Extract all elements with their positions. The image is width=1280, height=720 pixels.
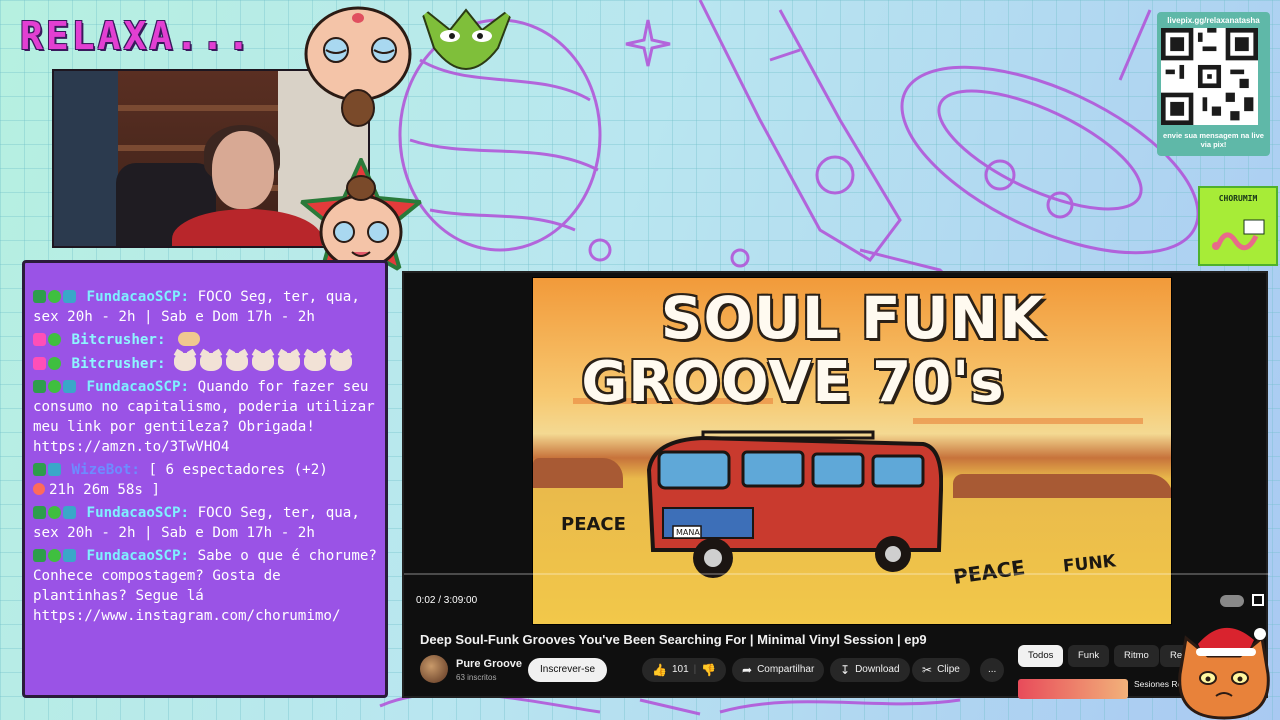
cat-emote-icon (174, 353, 197, 371)
chat-username[interactable]: FundacaoSCP: (87, 289, 190, 305)
chat-text: [ 6 espectadores (+2) (148, 462, 328, 478)
compost-worm-icon (1212, 219, 1265, 251)
chat-username[interactable]: FundacaoSCP: (87, 379, 190, 395)
chat-message: FundacaoSCP: Quando for fazer seu consum… (33, 377, 377, 457)
moderator-badge-icon (33, 290, 46, 303)
moderator-badge-icon (33, 380, 46, 393)
moderator-badge-icon (33, 506, 46, 519)
youtube-player[interactable]: SOUL FUNK GROOVE 70's PEACE PEACE FUNK M… (402, 271, 1270, 699)
pix-qr-panel: livepix.gg/relaxanatasha envie sua mensa… (1157, 12, 1270, 156)
chat-text: Sabe o que é chorume? Conhece compostage… (33, 548, 377, 624)
thumbnail-title-line1: SOUL FUNK (660, 284, 1046, 352)
license-plate: MANA (676, 528, 700, 537)
thumbs-down-icon[interactable]: 👎 (701, 658, 716, 682)
chat-message: Bitcrusher: (33, 330, 377, 350)
bot-badge-icon (63, 290, 76, 303)
alien-badge-icon (48, 357, 61, 370)
chorumim-sponsor-badge: CHORUMIM (1198, 186, 1278, 266)
download-button[interactable]: ↧ Download (830, 658, 910, 682)
chat-username[interactable]: WizeBot: (72, 462, 140, 478)
channel-avatar[interactable] (420, 655, 448, 683)
fullscreen-icon[interactable] (1252, 594, 1264, 606)
alarm-clock-icon (33, 483, 45, 495)
heart-badge-icon (33, 357, 46, 370)
progress-bar[interactable] (404, 573, 1270, 575)
heart-badge-icon (33, 333, 46, 346)
alien-badge-icon (48, 506, 61, 519)
clip-button[interactable]: ✂ Clipe (912, 658, 970, 682)
cat-emote-icon (278, 353, 301, 371)
chat-username[interactable]: Bitcrusher: (72, 356, 166, 372)
chat-message: FundacaoSCP: FOCO Seg, ter, qua, sex 20h… (33, 503, 377, 543)
scissors-icon: ✂ (922, 663, 933, 677)
qr-url: livepix.gg/relaxanatasha (1167, 16, 1260, 25)
chat-text: Quando for fazer seu consumo no capitali… (33, 379, 375, 455)
thumbnail-word-peace: PEACE (561, 514, 626, 535)
alien-badge-icon (48, 290, 61, 303)
moderator-badge-icon (33, 463, 46, 476)
download-label: Download (855, 664, 900, 675)
cat-emote-icon (226, 353, 249, 371)
stream-chat-panel: FundacaoSCP: FOCO Seg, ter, qua, sex 20h… (22, 260, 388, 698)
subscribe-button[interactable]: Inscrever-se (528, 658, 608, 682)
like-dislike-group[interactable]: 👍 101 | 👎 (642, 658, 727, 682)
chat-username[interactable]: FundacaoSCP: (87, 548, 190, 564)
cat-emote-icon (304, 353, 327, 371)
share-label: Compartilhar (757, 664, 815, 675)
bot-badge-icon (63, 380, 76, 393)
cat-emote-icon (330, 353, 353, 371)
download-icon: ↧ (840, 663, 851, 677)
channel-name[interactable]: Pure Groove (456, 658, 522, 670)
clip-label: Clipe (937, 664, 960, 675)
chat-text: FOCO Seg, ter, qua, sex 20h - 2h | Sab e… (33, 289, 360, 325)
alien-badge-icon (48, 549, 61, 562)
chat-username[interactable]: FundacaoSCP: (87, 505, 190, 521)
video-time: 0:02 / 3:09:00 (416, 595, 478, 606)
chat-message: FundacaoSCP: Sabe o que é chorume? Conhe… (33, 546, 377, 626)
chat-message: WizeBot: [ 6 espectadores (+2) 21h 26m 5… (33, 460, 377, 500)
channel-logo: RELAXA... (20, 14, 253, 58)
recommended-video-thumbnail[interactable] (1018, 679, 1128, 699)
video-title[interactable]: Deep Soul-Funk Grooves You've Been Searc… (420, 632, 927, 647)
more-actions-button[interactable]: ... (980, 658, 1005, 682)
autoplay-toggle[interactable] (1220, 595, 1244, 607)
chat-username[interactable]: Bitcrusher: (72, 332, 166, 348)
grinch-icon (417, 3, 517, 70)
alien-badge-icon (48, 380, 61, 393)
chat-message: Bitcrusher: (33, 353, 377, 374)
christmas-cat-mascot (1178, 627, 1270, 720)
qr-code (1161, 28, 1258, 125)
cat-emote-icon (252, 353, 275, 371)
vw-van-illustration: MANA (646, 430, 943, 578)
thumbs-up-icon[interactable]: 👍 (652, 658, 667, 682)
key-emote-icon (178, 332, 201, 346)
share-button[interactable]: ➦ Compartilhar (732, 658, 825, 682)
alien-badge-icon (48, 333, 61, 346)
moderator-badge-icon (33, 549, 46, 562)
sponsor-label: CHORUMIM (1218, 194, 1258, 203)
thumbnail-title-line2: GROOVE 70's (581, 350, 1005, 415)
like-count: 101 (671, 664, 689, 675)
chip-ritmo[interactable]: Ritmo (1114, 645, 1159, 667)
bot-badge-icon (63, 549, 76, 562)
bot-badge-icon (48, 463, 61, 476)
thumbnail-word-peace: PEACE (951, 555, 1027, 589)
chat-text: 21h 26m 58s ] (49, 482, 161, 498)
channel-subscribers: 63 inscritos (456, 673, 497, 682)
cat-emote-icon (200, 353, 223, 371)
chat-message: FundacaoSCP: FOCO Seg, ter, qua, sex 20h… (33, 287, 377, 327)
chat-text: FOCO Seg, ter, qua, sex 20h - 2h | Sab e… (33, 505, 360, 541)
more-icon: ... (988, 664, 997, 675)
share-icon: ➦ (742, 663, 753, 677)
chip-funk[interactable]: Funk (1068, 645, 1110, 667)
chip-todos[interactable]: Todos (1018, 645, 1064, 667)
qr-caption: envie sua mensagem na live via pix! (1163, 131, 1264, 149)
bot-badge-icon (63, 506, 76, 519)
mascot-sleeping-avatar (304, 6, 412, 127)
